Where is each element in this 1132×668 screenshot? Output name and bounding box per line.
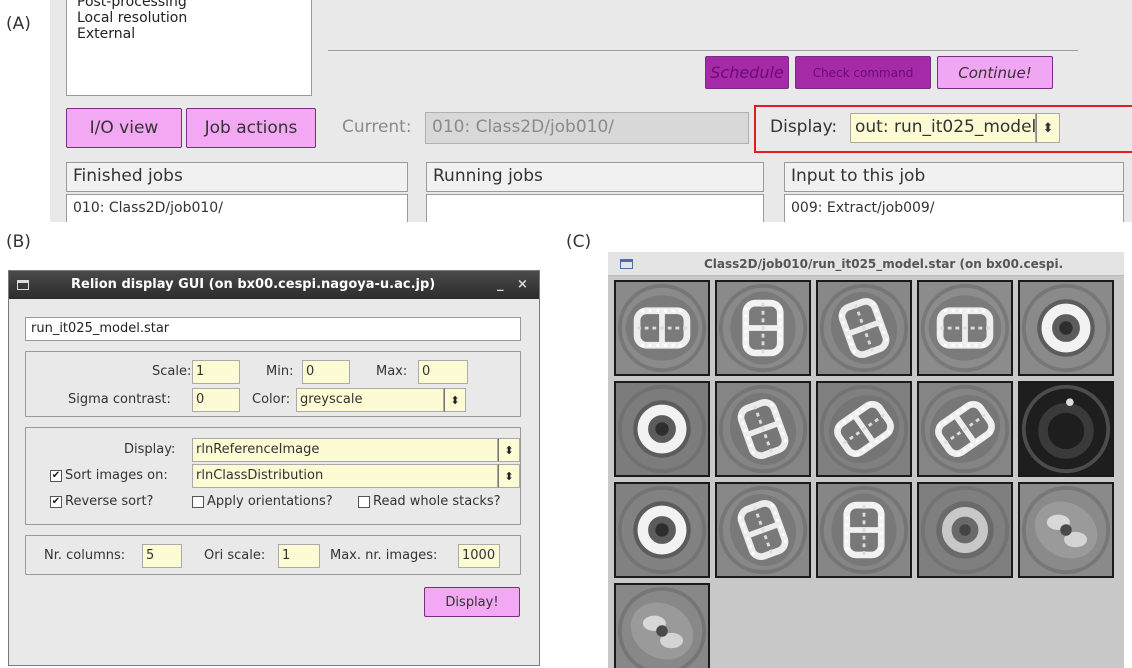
check-command-button[interactable]: Check command [795, 56, 931, 89]
ncol-label: Nr. columns: [44, 548, 126, 563]
class-average-thumbnail[interactable] [715, 381, 811, 477]
window-icon [620, 259, 633, 269]
input-jobs-header: Input to this job [784, 162, 1124, 192]
class-average-thumbnail[interactable] [816, 381, 912, 477]
max-label: Max: [376, 364, 408, 379]
max-images-input[interactable]: 1000 [458, 544, 500, 568]
read-stacks-checkbox[interactable] [358, 496, 370, 508]
close-icon[interactable]: × [517, 277, 528, 292]
ncol-input[interactable]: 5 [142, 544, 182, 568]
job-actions-button[interactable]: Job actions [186, 108, 316, 148]
class-average-thumbnail[interactable] [917, 482, 1013, 578]
display-button[interactable]: Display! [424, 587, 520, 617]
running-jobs-header: Running jobs [426, 162, 764, 192]
display-select[interactable]: out: run_it025_model.sta [850, 113, 1036, 143]
display-label: Display: [770, 117, 838, 137]
scale-input[interactable]: 1 [192, 360, 240, 384]
class-average-thumbnail[interactable] [1018, 482, 1114, 578]
layout-group: Nr. columns: 5 Ori scale: 1 Max. nr. ima… [25, 535, 521, 575]
minimize-icon[interactable]: _ [497, 277, 504, 292]
display-field-select[interactable]: rlnReferenceImage [192, 438, 498, 462]
class-average-viewer: Class2D/job010/run_it025_model.star (on … [608, 252, 1124, 668]
class-average-thumbnail[interactable] [614, 381, 710, 477]
io-view-button[interactable]: I/O view [66, 108, 182, 148]
panel-label-c: (C) [566, 232, 592, 252]
class-average-thumbnail[interactable] [917, 280, 1013, 376]
finished-jobs-list[interactable]: 010: Class2D/job010/ [66, 194, 408, 222]
read-stacks-label: Read whole stacks? [373, 494, 501, 509]
chevron-updown-icon[interactable]: ⬍ [444, 388, 466, 412]
display-gui-window: Relion display GUI (on bx00.cespi.nagoya… [8, 270, 540, 666]
filename-field[interactable]: run_it025_model.star [25, 317, 521, 341]
panel-label-b: (B) [6, 232, 31, 252]
class-average-thumbnail[interactable] [715, 280, 811, 376]
class-average-thumbnail[interactable] [614, 482, 710, 578]
class-average-thumbnail[interactable] [614, 280, 710, 376]
class-average-thumbnail[interactable] [614, 583, 710, 668]
job-type-list[interactable]: Post-processing Local resolution Externa… [66, 0, 312, 96]
window-title: Relion display GUI (on bx00.cespi.nagoya… [71, 277, 436, 292]
apply-orientations-label: Apply orientations? [207, 494, 333, 509]
window-icon [17, 280, 29, 290]
divider [328, 50, 1078, 51]
max-images-label: Max. nr. images: [330, 548, 438, 563]
relion-main-gui: Post-processing Local resolution Externa… [50, 0, 1132, 222]
ori-scale-label: Ori scale: [204, 548, 266, 563]
sort-checkbox[interactable]: ✔ [50, 470, 62, 482]
min-label: Min: [266, 364, 294, 379]
sort-label: Sort images on: [65, 468, 168, 483]
job-type-item[interactable]: Post-processing [77, 0, 301, 10]
scale-group: Scale: 1 Min: 0 Max: 0 Sigma contrast: 0… [25, 351, 521, 417]
list-item[interactable]: 010: Class2D/job010/ [73, 200, 223, 216]
running-jobs-list[interactable] [426, 194, 764, 222]
class-average-thumbnail[interactable] [816, 280, 912, 376]
current-label: Current: [342, 117, 412, 137]
class-average-thumbnail[interactable] [816, 482, 912, 578]
class-average-thumbnail[interactable] [1018, 381, 1114, 477]
window-title: Class2D/job010/run_it025_model.star (on … [704, 257, 1064, 271]
display-options-group: Display: rlnReferenceImage ⬍ ✔ Sort imag… [25, 427, 521, 525]
title-bar[interactable]: Class2D/job010/run_it025_model.star (on … [608, 252, 1124, 276]
reverse-sort-label: Reverse sort? [65, 494, 154, 509]
list-item[interactable]: 009: Extract/job009/ [791, 200, 935, 216]
title-bar[interactable]: Relion display GUI (on bx00.cespi.nagoya… [9, 271, 539, 299]
reverse-sort-checkbox[interactable]: ✔ [50, 496, 62, 508]
class-average-thumbnail[interactable] [917, 381, 1013, 477]
job-type-item[interactable]: Local resolution [77, 10, 301, 26]
schedule-button[interactable]: Schedule [705, 56, 789, 89]
class-average-thumbnail[interactable] [715, 482, 811, 578]
sort-select[interactable]: rlnClassDistribution [192, 464, 498, 488]
ori-scale-input[interactable]: 1 [278, 544, 320, 568]
continue-button[interactable]: Continue! [937, 56, 1053, 89]
min-input[interactable]: 0 [302, 360, 350, 384]
sigma-input[interactable]: 0 [192, 388, 240, 412]
apply-orientations-checkbox[interactable] [192, 496, 204, 508]
color-label: Color: [252, 392, 291, 407]
max-input[interactable]: 0 [418, 360, 468, 384]
display-field-label: Display: [124, 442, 176, 457]
chevron-updown-icon[interactable]: ⬍ [1036, 113, 1060, 143]
chevron-updown-icon[interactable]: ⬍ [498, 464, 520, 488]
job-type-item[interactable]: External [77, 26, 301, 42]
scale-label: Scale: [152, 364, 192, 379]
current-job-field: 010: Class2D/job010/ [425, 112, 749, 144]
chevron-updown-icon[interactable]: ⬍ [498, 438, 520, 462]
job-parameters-area [328, 0, 1132, 50]
sigma-label: Sigma contrast: [68, 392, 171, 407]
input-jobs-list[interactable]: 009: Extract/job009/ [784, 194, 1124, 222]
color-select[interactable]: greyscale [296, 388, 444, 412]
panel-label-a: (A) [6, 14, 31, 34]
class-average-thumbnail[interactable] [1018, 280, 1114, 376]
finished-jobs-header: Finished jobs [66, 162, 408, 192]
